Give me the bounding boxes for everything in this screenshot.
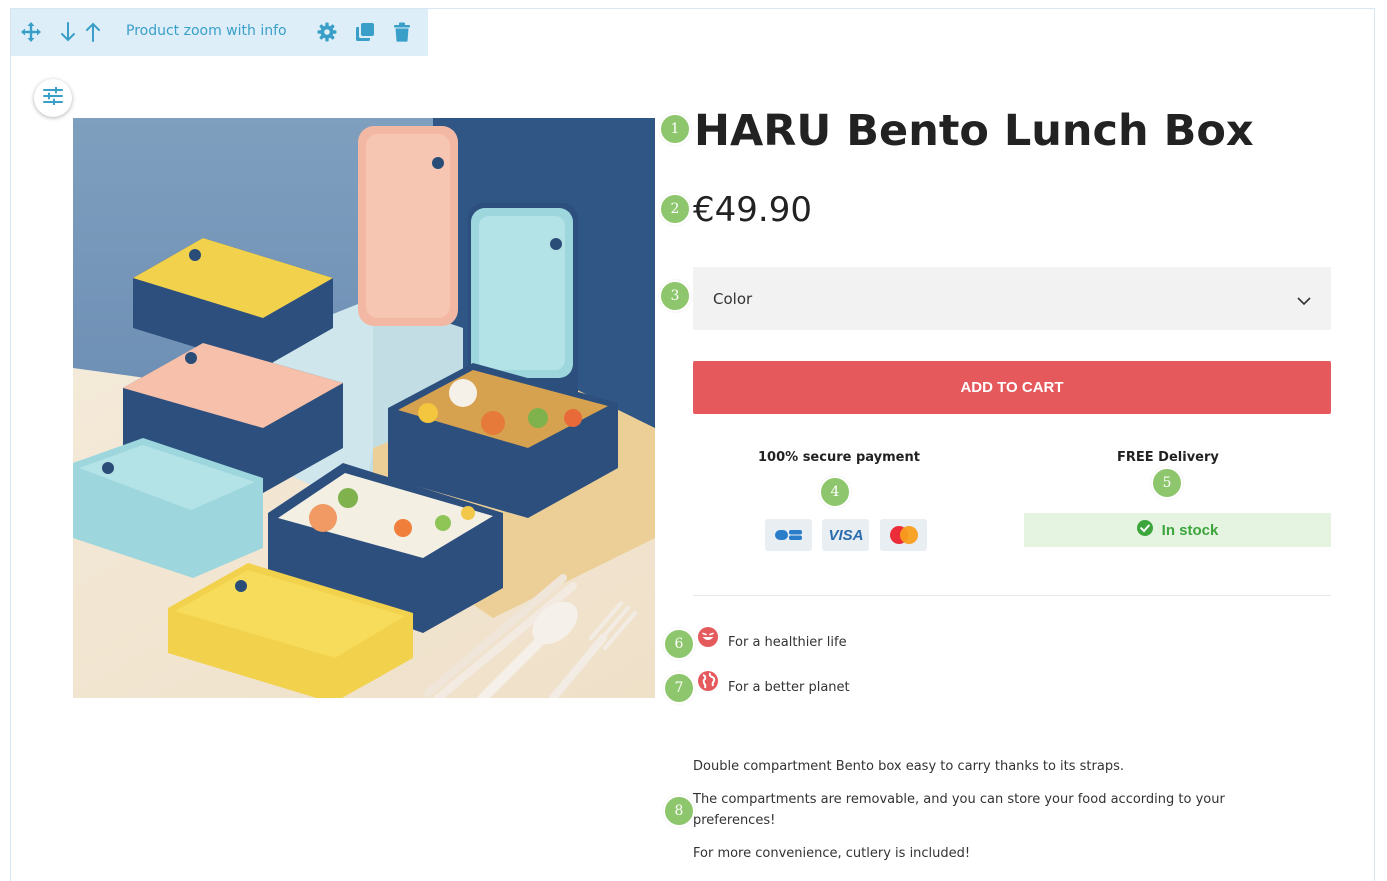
check-circle-icon <box>1136 520 1153 540</box>
gear-icon[interactable] <box>316 21 338 43</box>
marker-7: 7 <box>663 672 695 704</box>
divider <box>693 595 1331 596</box>
block-type-label: Product zoom with info <box>126 23 287 39</box>
marker-4: 4 <box>819 476 851 508</box>
product-image[interactable] <box>73 118 655 698</box>
marker-6: 6 <box>663 628 695 660</box>
visa-card-icon: VISA <box>822 519 869 551</box>
mastercard-icon <box>880 519 927 551</box>
color-select-label: Color <box>713 289 753 308</box>
marker-5: 5 <box>1151 467 1183 499</box>
feature-healthier-life: For a healthier life <box>728 635 847 650</box>
description-paragraph-2: The compartments are removable, and you … <box>693 792 1225 828</box>
chevron-down-icon <box>1297 291 1311 310</box>
stock-status: In stock <box>1161 521 1219 539</box>
move-icon[interactable] <box>20 21 42 43</box>
cb-card-icon <box>765 519 812 551</box>
marker-8: 8 <box>663 795 695 827</box>
sliders-icon <box>43 86 63 109</box>
svg-text:VISA: VISA <box>828 527 863 543</box>
color-select[interactable]: Color <box>693 267 1331 330</box>
sliders-button[interactable] <box>34 79 72 117</box>
product-title: HARU Bento Lunch Box <box>694 106 1254 156</box>
free-delivery-title: FREE Delivery <box>1117 450 1219 465</box>
description-paragraph-1: Double compartment Bento box easy to car… <box>693 759 1124 774</box>
smile-icon <box>697 626 719 648</box>
marker-1: 1 <box>659 113 691 145</box>
marker-3: 3 <box>659 280 691 312</box>
duplicate-icon[interactable] <box>354 21 376 43</box>
stock-badge: In stock <box>1024 513 1331 547</box>
description-paragraph-3: For more convenience, cutlery is include… <box>693 846 971 861</box>
globe-icon <box>697 670 719 692</box>
add-to-cart-button[interactable]: ADD TO CART <box>693 361 1331 414</box>
trash-icon[interactable] <box>391 21 413 43</box>
product-price: €49.90 <box>693 190 812 230</box>
arrow-up-icon[interactable] <box>82 21 104 43</box>
block-toolbar: Product zoom with info <box>11 9 428 56</box>
marker-2: 2 <box>659 193 691 225</box>
secure-payment-title: 100% secure payment <box>758 450 920 465</box>
arrow-down-icon[interactable] <box>57 21 79 43</box>
feature-better-planet: For a better planet <box>728 680 850 695</box>
